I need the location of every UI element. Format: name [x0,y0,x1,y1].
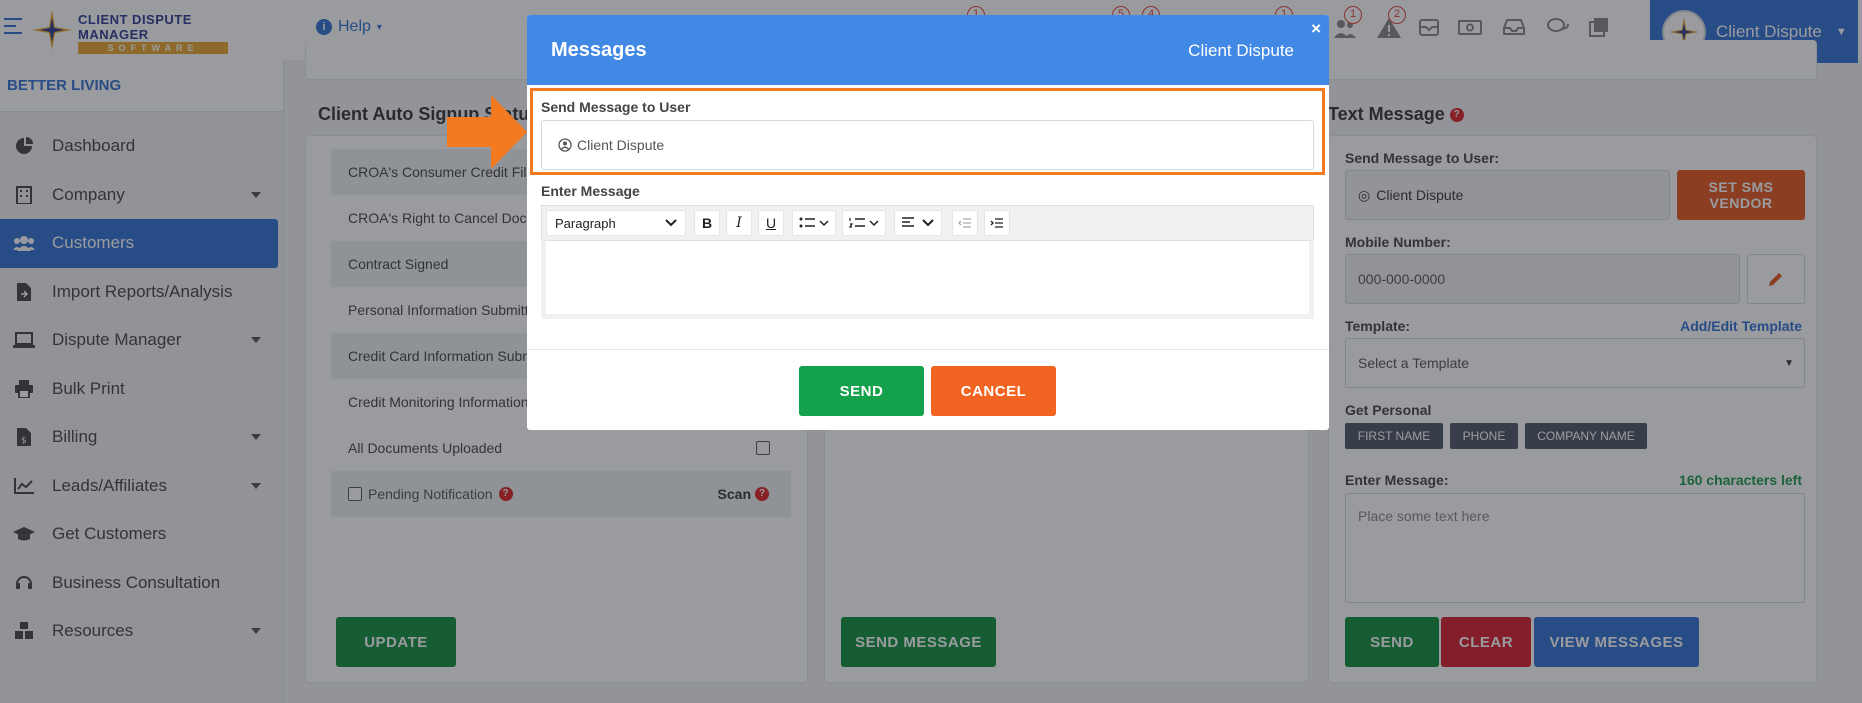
modal-title: Messages [551,39,647,61]
bullet-list-icon [799,217,829,228]
align-left-icon [902,217,934,227]
indent-icon [990,218,1003,228]
user-circle-icon [558,138,572,152]
underline-button[interactable]: U [758,210,784,236]
close-icon[interactable]: × [1311,19,1321,39]
send-to-user-field[interactable]: Client Dispute [541,120,1314,170]
outdent-icon [958,218,971,228]
align-button[interactable] [894,210,942,236]
italic-button[interactable]: I [726,210,752,236]
send-to-label: Send Message to User [541,99,691,115]
numbered-list-icon [849,218,879,228]
paragraph-value: Paragraph [555,215,616,231]
modal-subtitle: Client Dispute [1188,41,1294,60]
modal-footer-divider [527,349,1329,350]
outdent-button[interactable] [952,210,978,236]
pointer-arrow-icon [447,95,527,169]
modal-send-button[interactable]: SEND [799,366,924,416]
messages-modal: Messages Client Dispute × Send Message t… [527,15,1329,430]
editor-toolbar: Paragraph B I U [541,205,1314,240]
indent-button[interactable] [984,210,1010,236]
numbered-list-button[interactable] [842,210,886,236]
bullet-list-button[interactable] [792,210,836,236]
message-editor[interactable] [541,240,1314,319]
paragraph-select[interactable]: Paragraph [546,210,686,236]
modal-header: Messages Client Dispute × [527,15,1329,85]
enter-message-label: Enter Message [541,183,640,199]
bold-button[interactable]: B [694,210,720,236]
send-to-value: Client Dispute [577,137,665,153]
chevron-down-icon [665,219,677,227]
modal-cancel-button[interactable]: CANCEL [931,366,1056,416]
